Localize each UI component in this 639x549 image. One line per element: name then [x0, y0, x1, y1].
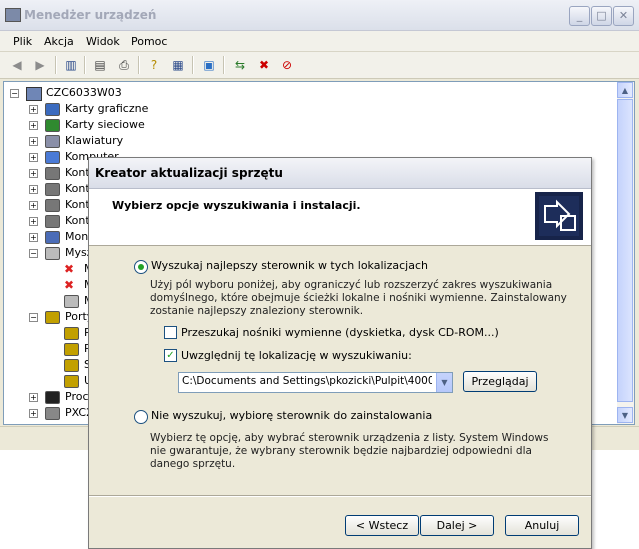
device-icon — [45, 119, 60, 132]
expand-icon[interactable]: + — [29, 121, 38, 130]
device-icon — [45, 183, 60, 196]
print-icon[interactable]: ⎙ — [116, 57, 132, 73]
expand-icon[interactable]: + — [29, 105, 38, 114]
menu-plik[interactable]: Plik — [13, 35, 32, 48]
device-icon — [45, 199, 60, 212]
hardware-wizard-icon — [535, 192, 583, 240]
wizard-title: Kreator aktualizacji sprzętu — [95, 166, 283, 180]
location-path-value[interactable]: C:\Documents and Settings\pkozicki\Pulpi… — [182, 375, 432, 387]
device-icon — [45, 151, 60, 164]
computer-icon — [26, 87, 42, 101]
next-button[interactable]: Dalej > — [420, 515, 494, 536]
scroll-thumb[interactable] — [617, 99, 633, 402]
expand-icon[interactable]: + — [29, 153, 38, 162]
minimize-button[interactable]: _ — [569, 6, 590, 26]
device-icon — [45, 231, 60, 244]
tree-item-label: Karty graficzne — [65, 102, 149, 115]
menu-akcja[interactable]: Akcja — [44, 35, 74, 48]
hardware-update-wizard: Kreator aktualizacji sprzętu Wybierz opc… — [88, 157, 592, 549]
expand-icon[interactable]: + — [29, 217, 38, 226]
help-icon[interactable]: ? — [146, 57, 162, 73]
menu-pomoc[interactable]: Pomoc — [131, 35, 167, 48]
back-button[interactable]: < Wstecz — [345, 515, 419, 536]
search-option-label[interactable]: Wyszukaj najlepszy sterownik w tych loka… — [151, 259, 428, 272]
collapse-icon[interactable]: − — [29, 249, 38, 258]
cancel-button[interactable]: Anuluj — [505, 515, 579, 536]
tree-item-label: Karty sieciowe — [65, 118, 145, 131]
wizard-separator — [89, 495, 591, 497]
device-icon — [45, 311, 60, 324]
title-bar[interactable]: Menedżer urządzeń _ □ ✕ — [0, 0, 639, 31]
menu-widok[interactable]: Widok — [86, 35, 120, 48]
window-title: Menedżer urządzeń — [24, 8, 157, 22]
include-location-checkbox[interactable]: ✓ — [164, 349, 177, 362]
toolbar-separator — [138, 56, 140, 74]
scroll-up-button[interactable]: ▲ — [617, 82, 633, 98]
expand-icon[interactable]: + — [29, 393, 38, 402]
expand-icon[interactable]: + — [29, 185, 38, 194]
toolbar-separator — [192, 56, 194, 74]
device-icon — [45, 407, 60, 420]
expand-icon[interactable]: + — [29, 169, 38, 178]
browse-button[interactable]: Przeglądaj — [463, 371, 537, 392]
expand-icon[interactable]: + — [29, 409, 38, 418]
show-hide-icon[interactable]: ▦ — [170, 57, 186, 73]
wizard-heading: Wybierz opcje wyszukiwania i instalacji. — [112, 199, 361, 212]
toolbar-separator — [55, 56, 57, 74]
close-button[interactable]: ✕ — [613, 6, 634, 26]
location-path-combobox[interactable]: C:\Documents and Settings\pkozicki\Pulpi… — [178, 372, 453, 393]
forward-arrow-icon[interactable]: ▶ — [32, 57, 48, 73]
menu-bar: Plik Akcja Widok Pomoc — [0, 31, 639, 52]
collapse-icon[interactable]: − — [29, 313, 38, 322]
device-icon — [45, 247, 60, 260]
tree-item-label: Klawiatury — [65, 134, 124, 147]
chevron-down-icon[interactable]: ▼ — [436, 373, 452, 392]
disable-icon[interactable]: ⊘ — [279, 57, 295, 73]
device-icon — [45, 215, 60, 228]
wizard-header: Wybierz opcje wyszukiwania i instalacji. — [89, 189, 591, 246]
expand-icon[interactable]: + — [29, 137, 38, 146]
collapse-icon[interactable]: − — [10, 89, 19, 98]
device-icon — [64, 295, 79, 308]
search-option-description: Użyj pól wyboru poniżej, aby ograniczyć … — [150, 279, 567, 317]
search-option-radio[interactable] — [134, 260, 148, 274]
scroll-down-button[interactable]: ▼ — [617, 407, 633, 423]
error-device-icon: ✖ — [64, 262, 75, 276]
scan-hardware-icon[interactable]: ▣ — [201, 57, 217, 73]
update-driver-icon[interactable]: ⇆ — [232, 57, 248, 73]
device-icon — [64, 343, 79, 356]
device-icon — [45, 135, 60, 148]
removable-media-label[interactable]: Przeszukaj nośniki wymienne (dyskietka, … — [181, 326, 499, 339]
include-location-label[interactable]: Uwzględnij tę lokalizację w wyszukiwaniu… — [181, 349, 412, 362]
manual-option-label[interactable]: Nie wyszukuj, wybiorę sterownik do zains… — [151, 409, 432, 422]
tree-root-label: CZC6033W03 — [46, 86, 122, 99]
device-icon — [64, 375, 79, 388]
console-tree-icon[interactable]: ▥ — [63, 57, 79, 73]
back-arrow-icon[interactable]: ◀ — [9, 57, 25, 73]
device-icon — [45, 167, 60, 180]
toolbar: ◀ ▶ ▥ ▤ ⎙ ? ▦ ▣ ⇆ ✖ ⊘ — [0, 52, 639, 79]
manual-option-description: Wybierz tę opcję, aby wybrać sterownik u… — [150, 432, 549, 470]
expand-icon[interactable]: + — [29, 201, 38, 210]
expand-icon[interactable]: + — [29, 233, 38, 242]
device-icon — [45, 391, 60, 404]
toolbar-separator — [84, 56, 86, 74]
toolbar-separator — [223, 56, 225, 74]
device-manager-icon — [5, 8, 21, 22]
manual-option-radio[interactable] — [134, 410, 148, 424]
device-icon — [64, 327, 79, 340]
wizard-title-bar[interactable]: Kreator aktualizacji sprzętu — [89, 158, 591, 189]
device-icon — [64, 359, 79, 372]
properties-icon[interactable]: ▤ — [92, 57, 108, 73]
error-device-icon: ✖ — [64, 278, 75, 292]
device-icon — [45, 103, 60, 116]
removable-media-checkbox[interactable] — [164, 326, 177, 339]
vertical-scrollbar[interactable]: ▲ ▼ — [617, 81, 635, 425]
uninstall-icon[interactable]: ✖ — [256, 57, 272, 73]
maximize-button[interactable]: □ — [591, 6, 612, 26]
